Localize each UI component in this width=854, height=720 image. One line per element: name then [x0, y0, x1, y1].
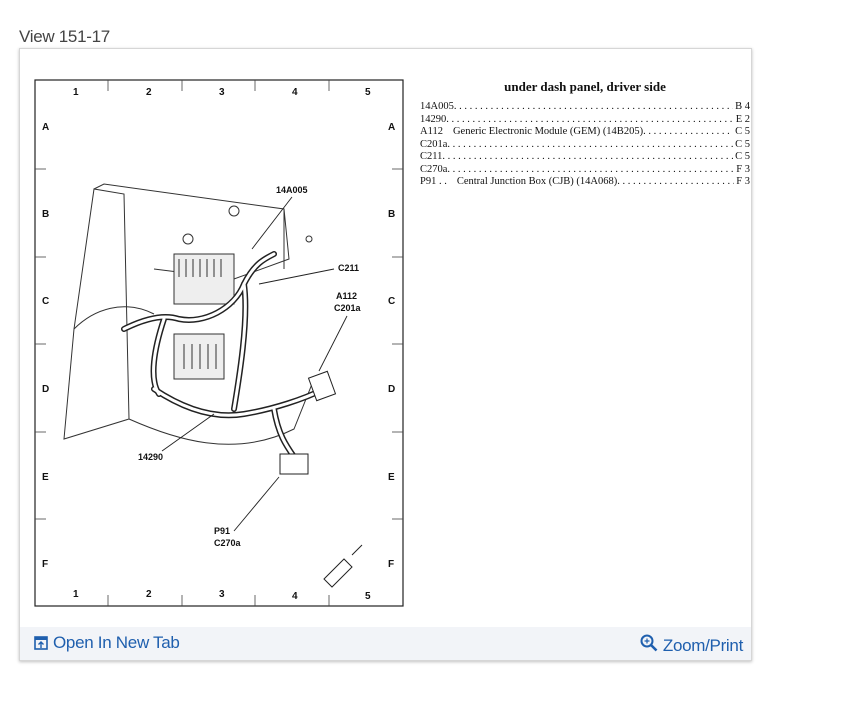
legend-title: under dash panel, driver side [504, 79, 666, 94]
zoom-print-label: Zoom/Print [662, 636, 743, 655]
leader-dots [454, 101, 733, 114]
callout-c201a: C201a [334, 303, 362, 313]
open-in-new-tab-link[interactable]: Open In New Tab [34, 633, 180, 653]
row-label: D [388, 384, 395, 395]
legend-row: 14290 E 2 [420, 114, 750, 127]
col-label: 5 [365, 591, 371, 602]
row-label: C [42, 296, 49, 307]
view-title: View 151-17 [19, 27, 110, 46]
legend-location: F 3 [736, 176, 750, 187]
legend-location: E 2 [735, 113, 750, 125]
open-new-tab-icon [34, 636, 48, 650]
row-label: F [42, 559, 48, 570]
row-label: C [388, 296, 395, 307]
component-legend: under dash panel, driver side 14A005B 41… [420, 79, 750, 189]
open-in-new-tab-label: Open In New Tab [53, 633, 180, 652]
legend-id: C270a [420, 163, 448, 175]
connector-c270a [279, 453, 309, 475]
col-label: 4 [292, 591, 298, 602]
leader-dots [442, 151, 733, 164]
callout-14290: 14290 [138, 452, 163, 462]
row-label: A [388, 122, 395, 133]
row-label: E [388, 472, 395, 483]
row-label: A [42, 122, 49, 133]
col-label: 3 [219, 589, 225, 600]
wiring-diagram: 1 2 3 4 5 1 2 3 4 5 A B C D E F A B C D … [34, 79, 404, 607]
legend-row: C201a C 5 [420, 139, 750, 152]
legend-location: F 3 [736, 163, 750, 175]
callout-a112: A112 [336, 291, 357, 301]
zoom-print-link[interactable]: Zoom/Print [640, 630, 743, 656]
callout-14a005: 14A005 [276, 185, 308, 195]
leader-dots [447, 139, 733, 152]
legend-row: 14A005 B 4 [420, 101, 750, 114]
col-label: 2 [146, 589, 152, 600]
zoom-in-icon [640, 634, 658, 652]
diagram-card: 1 2 3 4 5 1 2 3 4 5 A B C D E F A B C D … [19, 48, 752, 661]
legend-location: C 5 [735, 138, 750, 150]
leader-dots [447, 164, 734, 177]
legend-location: B 4 [735, 101, 750, 112]
row-label: E [42, 472, 49, 483]
row-label: F [388, 559, 394, 570]
leader-dots [643, 126, 733, 139]
legend-row: P91 . . Central Junction Box (CJB) (14A06… [420, 176, 750, 189]
legend-location: C 5 [735, 151, 750, 162]
legend-desc: Generic Electronic Module (GEM) (14B205) [452, 126, 644, 137]
row-label: B [388, 209, 395, 220]
legend-id: C211 [420, 151, 443, 162]
card-footer: Open In New Tab Zoom/Print [20, 627, 751, 660]
row-label: D [42, 384, 49, 395]
legend-id: C201a [420, 138, 448, 150]
leader-dots [617, 176, 734, 189]
legend-row: C211 C 5 [420, 151, 750, 164]
col-label: 3 [219, 87, 225, 98]
callout-p91: P91 [214, 526, 230, 536]
legend-id: P91 . . [420, 176, 447, 187]
legend-id: 14290 [420, 113, 447, 125]
legend-id: 14A005 [420, 101, 454, 112]
legend-location: C 5 [735, 126, 750, 137]
col-label: 1 [73, 589, 79, 600]
legend-desc: Central Junction Box (CJB) (14A068) [456, 176, 618, 187]
col-label: 5 [365, 87, 371, 98]
col-label: 1 [73, 87, 79, 98]
callout-c270a: C270a [214, 538, 242, 548]
callout-c211: C211 [338, 263, 359, 273]
row-label: B [42, 209, 49, 220]
col-label: 2 [146, 87, 152, 98]
col-label: 4 [292, 87, 298, 98]
legend-id: A112 [420, 126, 443, 137]
leader-dots [446, 114, 733, 127]
legend-row: A112 Generic Electronic Module (GEM) (14B… [420, 126, 750, 139]
legend-row: C270a F 3 [420, 164, 750, 177]
